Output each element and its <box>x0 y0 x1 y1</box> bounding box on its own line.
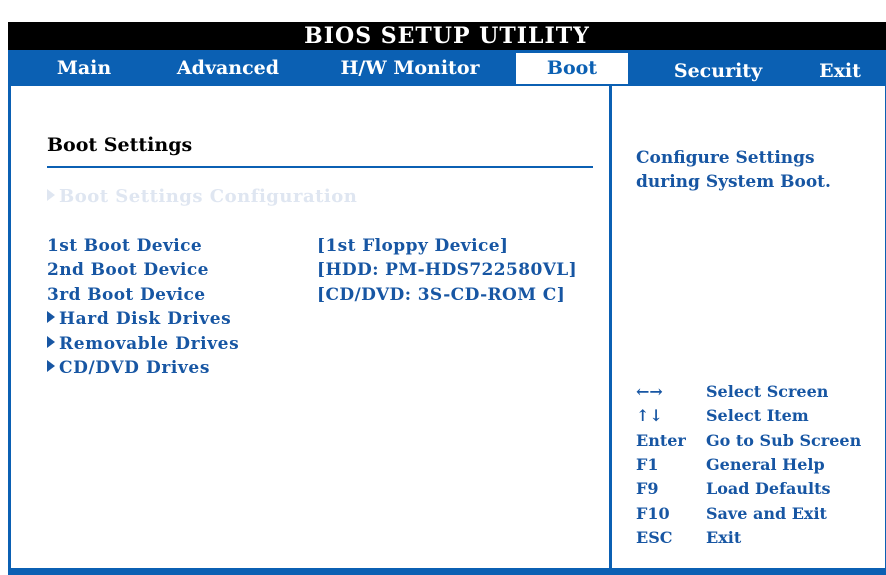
section-heading: Boot Settings <box>47 134 193 156</box>
tab-main[interactable]: Main <box>42 53 126 84</box>
boot-settings-configuration-label: Boot Settings Configuration <box>59 186 358 207</box>
tab-security[interactable]: Security <box>662 56 774 87</box>
bios-title-bar: BIOS SETUP UTILITY <box>8 22 886 50</box>
esc-key-label: ESC <box>636 528 673 547</box>
up-down-arrows-icon: ↑↓ <box>636 406 663 425</box>
help-panel: Configure Settings during System Boot. ←… <box>612 86 886 572</box>
submenu-arrow-icon <box>47 311 55 323</box>
bios-title: BIOS SETUP UTILITY <box>304 23 590 49</box>
hard-disk-drives-label: Hard Disk Drives <box>59 309 232 329</box>
main-panel: Boot Settings Boot Settings Configuratio… <box>8 84 886 575</box>
go-to-sub-screen-desc: Go to Sub Screen <box>706 431 862 450</box>
load-defaults-desc: Load Defaults <box>706 479 831 498</box>
tab-exit[interactable]: Exit <box>804 56 876 87</box>
submenu-arrow-icon <box>47 189 55 201</box>
select-screen-desc: Select Screen <box>706 382 829 401</box>
bios-screen: BIOS SETUP UTILITY Main Advanced H/W Mon… <box>0 0 886 575</box>
cd-dvd-drives-item[interactable]: CD/DVD Drives <box>47 358 210 378</box>
f1-key-label: F1 <box>636 455 659 474</box>
first-boot-device-label: 1st Boot Device <box>47 236 203 256</box>
exit-desc: Exit <box>706 528 742 547</box>
general-help-desc: General Help <box>706 455 825 474</box>
submenu-arrow-icon <box>47 360 55 372</box>
removable-drives-label: Removable Drives <box>59 334 240 354</box>
settings-panel: Boot Settings Boot Settings Configuratio… <box>11 86 609 572</box>
heading-divider <box>47 166 593 168</box>
f9-key-label: F9 <box>636 479 659 498</box>
third-boot-device-label: 3rd Boot Device <box>47 285 206 305</box>
save-and-exit-desc: Save and Exit <box>706 504 827 523</box>
third-boot-device-value[interactable]: [CD/DVD: 3S-CD-ROM C] <box>317 285 565 305</box>
bottom-border <box>8 568 886 574</box>
second-boot-device-label: 2nd Boot Device <box>47 260 209 280</box>
tab-bar: Main Advanced H/W Monitor Boot Security … <box>8 50 886 84</box>
help-text: Configure Settings during System Boot. <box>636 146 876 194</box>
enter-key-label: Enter <box>636 431 686 450</box>
second-boot-device-value[interactable]: [HDD: PM-HDS722580VL] <box>317 260 577 280</box>
first-boot-device-value[interactable]: [1st Floppy Device] <box>317 236 508 256</box>
select-item-desc: Select Item <box>706 406 809 425</box>
cd-dvd-drives-label: CD/DVD Drives <box>59 358 210 378</box>
left-right-arrows-icon: ←→ <box>636 382 663 401</box>
boot-settings-configuration-item[interactable]: Boot Settings Configuration <box>47 186 357 207</box>
removable-drives-item[interactable]: Removable Drives <box>47 334 239 354</box>
hard-disk-drives-item[interactable]: Hard Disk Drives <box>47 309 231 329</box>
help-text-line-1: Configure Settings <box>636 148 815 168</box>
tab-boot[interactable]: Boot <box>516 53 628 84</box>
f10-key-label: F10 <box>636 504 670 523</box>
submenu-arrow-icon <box>47 336 55 348</box>
tab-advanced[interactable]: Advanced <box>168 53 288 84</box>
help-text-line-2: during System Boot. <box>636 172 831 192</box>
tab-hw-monitor[interactable]: H/W Monitor <box>330 53 490 84</box>
